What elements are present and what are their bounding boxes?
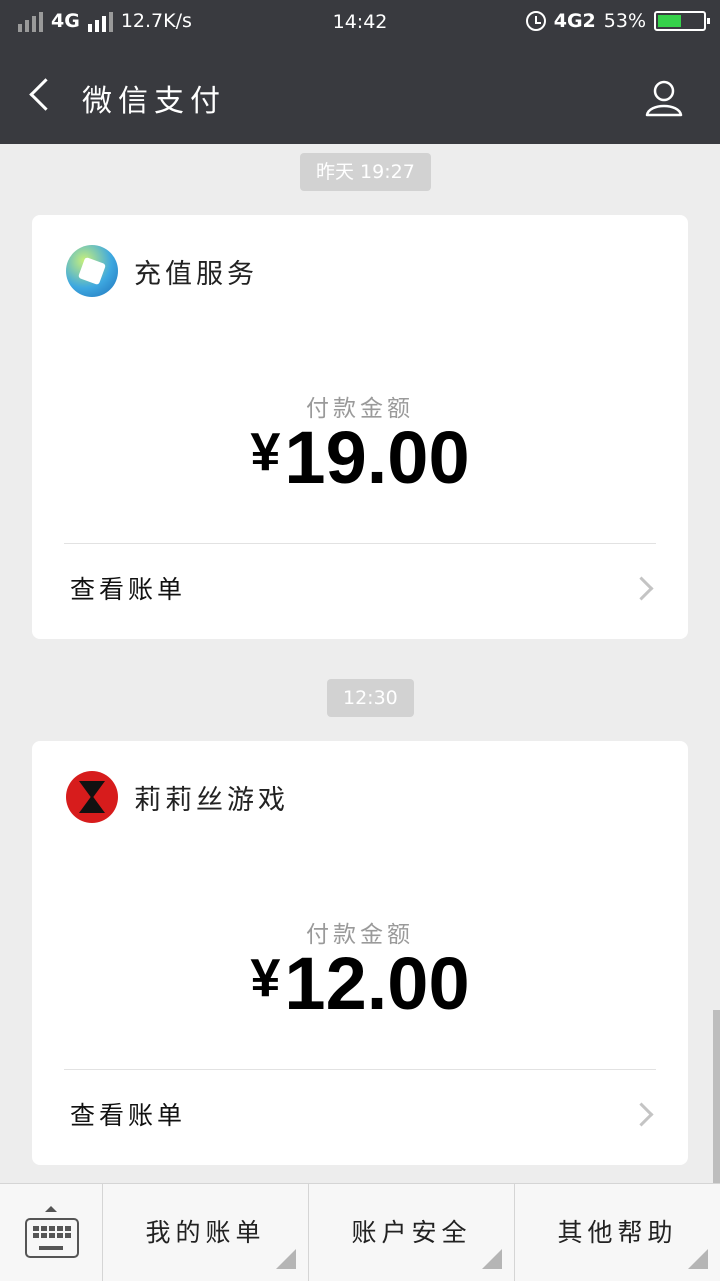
menu-my-bills[interactable]: 我的账单 [103,1184,309,1281]
amount-value: ¥19.00 [32,415,688,500]
chevron-right-icon[interactable] [629,576,654,601]
merchant-header: 充值服务 [66,245,258,297]
merchant-name: 莉莉丝游戏 [134,784,289,816]
view-bill-link[interactable]: 查看账单 [70,1096,186,1132]
divider [64,543,656,544]
keyboard-icon [25,1218,79,1258]
amount-number: 19.00 [284,416,470,499]
network-type-2: 4G2 [553,10,596,32]
amount-value: ¥12.00 [32,941,688,1026]
chevron-right-icon[interactable] [629,1102,654,1127]
nav-bar: 微信支付 [0,48,720,144]
menu-account-security[interactable]: 账户安全 [309,1184,515,1281]
currency-symbol: ¥ [250,422,281,482]
alarm-icon [525,11,546,31]
caret-up-icon [45,1206,57,1212]
view-bill-link[interactable]: 查看账单 [70,570,186,606]
merchant-logo-icon [66,245,118,297]
submenu-indicator-icon [276,1249,296,1269]
back-icon[interactable] [29,78,62,111]
battery-icon [654,11,710,31]
menu-other-help[interactable]: 其他帮助 [515,1184,720,1281]
menu-label: 其他帮助 [557,1218,678,1247]
user-icon[interactable] [644,78,684,118]
keyboard-toggle-button[interactable] [0,1184,103,1281]
scrollbar[interactable] [713,1010,720,1184]
payment-card: 莉莉丝游戏 付款金额 ¥12.00 查看账单 [32,741,688,1165]
merchant-logo-icon [66,771,118,823]
message-time: 12:30 [327,679,414,717]
bottom-menu: 我的账单 账户安全 其他帮助 [0,1183,720,1281]
status-bar: 4G 12.7K/s 14:42 4G2 53% [0,0,720,48]
merchant-name: 充值服务 [134,258,258,290]
submenu-indicator-icon [688,1249,708,1269]
menu-label: 我的账单 [145,1218,266,1247]
submenu-indicator-icon [482,1249,502,1269]
merchant-header: 莉莉丝游戏 [66,771,289,823]
divider [64,1069,656,1070]
page-title: 微信支付 [82,84,226,119]
currency-symbol: ¥ [250,948,281,1008]
payment-card: 充值服务 付款金额 ¥19.00 查看账单 [32,215,688,639]
message-time: 昨天 19:27 [300,153,431,191]
battery-percent: 53% [603,10,646,32]
menu-label: 账户安全 [351,1218,472,1247]
amount-number: 12.00 [284,942,470,1025]
